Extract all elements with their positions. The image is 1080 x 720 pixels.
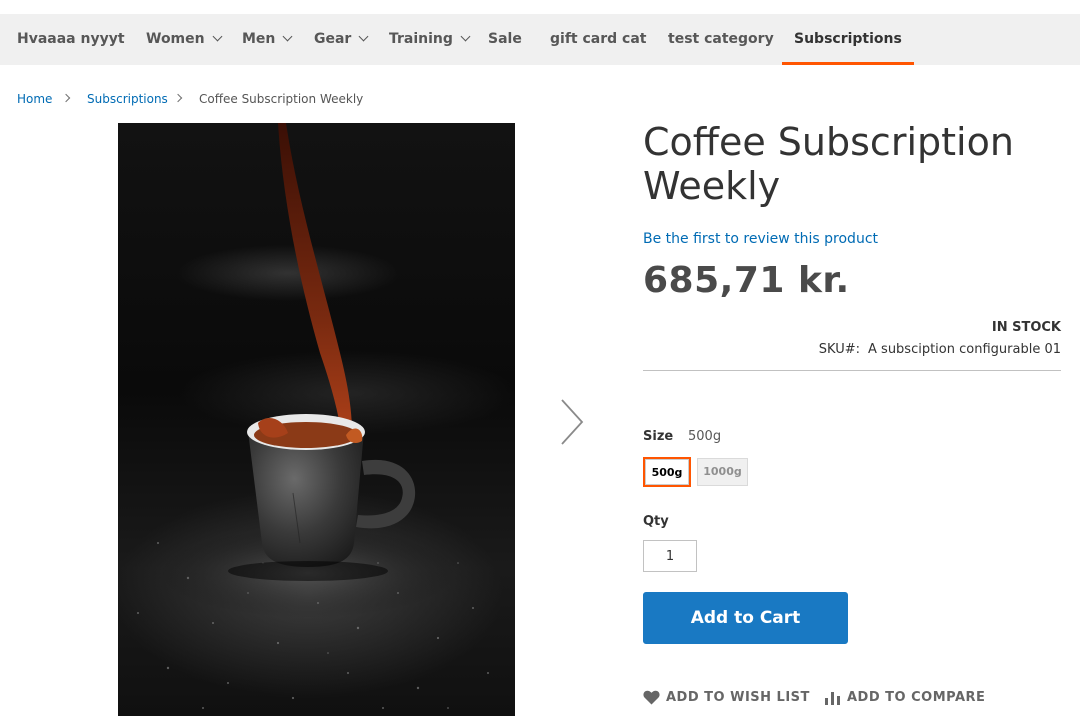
divider [643, 370, 1061, 371]
stock-status: IN STOCK [991, 320, 1061, 335]
nav-item-sale[interactable]: Sale [488, 14, 522, 65]
breadcrumb-current: Coffee Subscription Weekly [199, 92, 364, 106]
coffee-pour-photo [137, 123, 489, 709]
product-title: Coffee Subscription Weekly [643, 120, 1061, 208]
size-selected-value: 500g [688, 429, 722, 444]
nav-item-gear[interactable]: Gear [314, 14, 369, 65]
nav-item-test-category[interactable]: test category [668, 14, 774, 65]
nav-item-label: Subscriptions [794, 31, 902, 47]
nav-item-label: Training [389, 31, 453, 47]
nav-item-label: Women [146, 31, 205, 47]
nav-item-label: Men [242, 31, 276, 47]
size-label: Size [643, 429, 674, 444]
add-to-compare-link[interactable]: ADD TO COMPARE [824, 690, 985, 705]
wishlist-label: ADD TO WISH LIST [666, 690, 810, 705]
top-navigation: Hvaaaa nyyyt Women Men Gear Training Sal… [0, 14, 1080, 65]
product-title-line: Weekly [643, 164, 781, 208]
nav-item-label: test category [668, 31, 774, 47]
compare-chart-icon [825, 691, 840, 705]
chevron-down-icon [282, 31, 293, 42]
size-swatch-1000g[interactable]: 1000g [697, 458, 748, 486]
nav-item-label: Hvaaaa nyyyt [17, 31, 125, 47]
compare-label: ADD TO COMPARE [847, 690, 986, 705]
nav-item-label: gift card cat [550, 31, 647, 47]
nav-item-men[interactable]: Men [242, 14, 293, 65]
nav-item-gift-card-cat[interactable]: gift card cat [550, 14, 646, 65]
chevron-right-icon [173, 93, 183, 103]
gallery-next-button[interactable] [556, 396, 590, 448]
chevron-down-icon [460, 31, 471, 42]
nav-item-subscriptions[interactable]: Subscriptions [782, 14, 914, 65]
chevron-right-icon [61, 93, 71, 103]
chevron-down-icon [212, 31, 223, 42]
product-title-line: Coffee Subscription [643, 120, 1014, 164]
heart-icon [643, 690, 660, 705]
product-image[interactable] [118, 123, 515, 716]
add-to-wishlist-link[interactable]: ADD TO WISH LIST [643, 690, 810, 705]
qty-input[interactable] [643, 540, 697, 572]
breadcrumb-home-link[interactable]: Home [17, 90, 52, 108]
review-link[interactable]: Be the first to review this product [643, 231, 878, 247]
nav-item-label: Sale [488, 31, 522, 47]
nav-item-women[interactable]: Women [146, 14, 223, 65]
product-sku: SKU#: A subsciption configurable 01 [819, 342, 1061, 357]
size-swatch-500g[interactable]: 500g [643, 457, 691, 487]
sku-value: A subsciption configurable 01 [868, 342, 1061, 357]
product-price: 685,71 kr. [643, 260, 850, 301]
product-info: Coffee Subscription Weekly Be the first … [643, 120, 1061, 705]
chevron-down-icon [358, 31, 369, 42]
add-to-cart-button[interactable]: Add to Cart [643, 592, 848, 644]
nav-item-hvaaaa-nyyyt[interactable]: Hvaaaa nyyyt [17, 14, 125, 65]
sku-label: SKU#: [818, 342, 861, 357]
nav-item-label: Gear [314, 31, 352, 47]
nav-item-training[interactable]: Training [389, 14, 471, 65]
qty-label: Qty [643, 514, 669, 529]
chevron-right-icon [561, 399, 584, 445]
breadcrumb-subscriptions-link[interactable]: Subscriptions [87, 90, 168, 108]
